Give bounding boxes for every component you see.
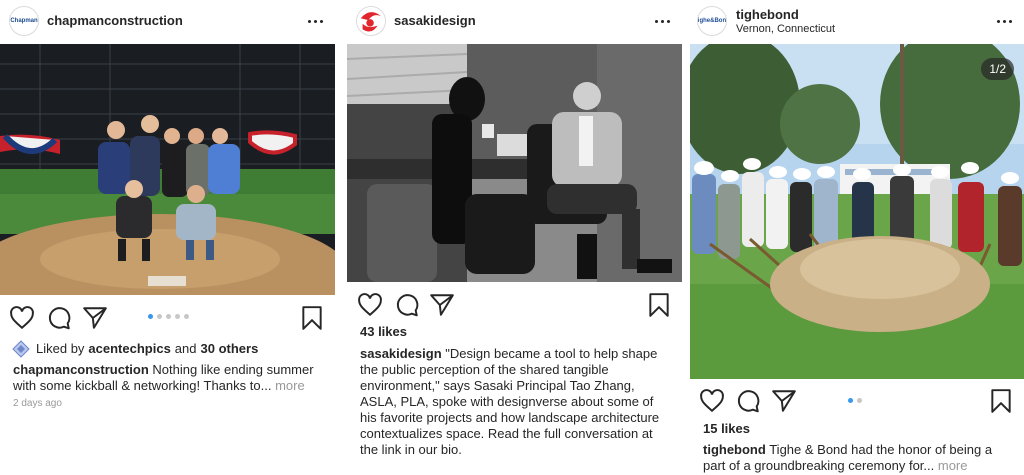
post-header: sasakidesign bbox=[347, 0, 682, 44]
photo-counter: 1/2 bbox=[981, 58, 1014, 80]
post-photo[interactable]: 1/2 bbox=[690, 44, 1024, 379]
liked-by-prefix: Liked by bbox=[36, 341, 85, 356]
comment-icon[interactable] bbox=[735, 388, 761, 414]
likes-count[interactable]: 43 likes bbox=[360, 324, 407, 340]
caption: chapmanconstruction Nothing like ending … bbox=[13, 362, 325, 394]
carousel-dots bbox=[148, 314, 189, 319]
heart-icon[interactable] bbox=[9, 305, 35, 331]
action-bar bbox=[0, 305, 335, 345]
post-location[interactable]: Vernon, Connecticut bbox=[736, 23, 835, 35]
more-options-icon[interactable] bbox=[305, 12, 325, 30]
more-link[interactable]: more bbox=[275, 378, 305, 393]
bookmark-icon[interactable] bbox=[646, 292, 672, 318]
post-sasakidesign: sasakidesign 43 likes sasakidesign "Desi… bbox=[347, 0, 682, 475]
more-link[interactable]: more bbox=[938, 458, 968, 473]
post-header: Chapman chapmanconstruction bbox=[0, 0, 335, 44]
share-icon[interactable] bbox=[429, 292, 455, 318]
avatar[interactable]: Tighe&Bond bbox=[697, 6, 727, 36]
caption-text: "Design became a tool to help shape the … bbox=[360, 346, 660, 457]
sasaki-logo-icon bbox=[357, 7, 385, 35]
bookmark-icon[interactable] bbox=[299, 305, 325, 331]
post-tighebond: Tighe&Bond tighebond Vernon, Connecticut bbox=[690, 0, 1024, 475]
post-timestamp: 2 days ago bbox=[13, 398, 62, 409]
share-icon[interactable] bbox=[771, 388, 797, 414]
avatar-logo-text: Chapman bbox=[10, 18, 38, 24]
caption-username[interactable]: chapmanconstruction bbox=[13, 362, 149, 377]
post-username[interactable]: tighebond bbox=[736, 7, 799, 22]
post-chapmanconstruction: Chapman chapmanconstruction Liked by ace… bbox=[0, 0, 335, 475]
more-options-icon[interactable] bbox=[994, 12, 1014, 30]
caption: sasakidesign "Design became a tool to he… bbox=[360, 346, 665, 458]
liked-by-line: Liked by acentechpics and 30 others bbox=[12, 340, 258, 358]
more-options-icon[interactable] bbox=[652, 12, 672, 30]
post-photo[interactable] bbox=[0, 44, 335, 295]
liked-by-and: and bbox=[174, 341, 197, 356]
photo-interview-bw bbox=[347, 44, 682, 282]
photo-kickball-team bbox=[0, 44, 335, 295]
comment-icon[interactable] bbox=[394, 292, 420, 318]
likes-count[interactable]: 15 likes bbox=[703, 421, 750, 437]
share-icon[interactable] bbox=[82, 305, 108, 331]
post-username[interactable]: chapmanconstruction bbox=[47, 13, 183, 28]
caption-username[interactable]: sasakidesign bbox=[360, 346, 442, 361]
avatar-logo-text: Tighe&Bond bbox=[697, 18, 727, 24]
carousel-dots bbox=[848, 398, 862, 403]
liked-by-others[interactable]: 30 others bbox=[201, 341, 259, 357]
comment-icon[interactable] bbox=[46, 305, 72, 331]
bookmark-icon[interactable] bbox=[988, 388, 1014, 414]
avatar[interactable]: Chapman bbox=[9, 6, 39, 36]
post-photo[interactable] bbox=[347, 44, 682, 282]
heart-icon[interactable] bbox=[357, 292, 383, 318]
photo-groundbreaking bbox=[690, 44, 1024, 379]
caption-username[interactable]: tighebond bbox=[703, 442, 766, 457]
heart-icon[interactable] bbox=[699, 388, 725, 414]
caption: tighebond Tighe & Bond had the honor of … bbox=[703, 442, 1008, 474]
liked-by-user[interactable]: acentechpics bbox=[88, 341, 170, 357]
post-username[interactable]: sasakidesign bbox=[394, 13, 476, 28]
avatar[interactable] bbox=[356, 6, 386, 36]
post-header: Tighe&Bond tighebond Vernon, Connecticut bbox=[690, 0, 1024, 44]
liked-by-badge-icon bbox=[12, 340, 30, 358]
